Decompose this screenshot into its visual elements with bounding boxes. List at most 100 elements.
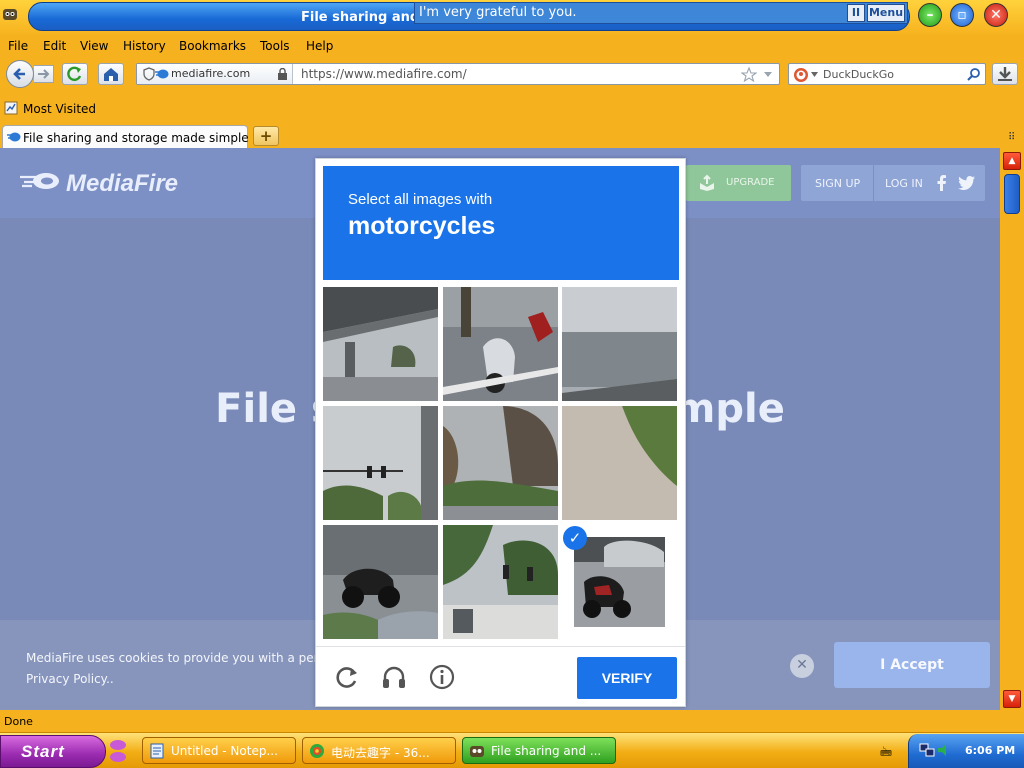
cookie-accept-button[interactable]: I Accept [834,642,990,688]
reload-challenge-icon[interactable] [333,663,361,691]
overlay-text: I'm very grateful to you. [419,5,577,20]
downloads-button[interactable] [992,63,1018,85]
tab-label: File sharing and storage made simple [23,131,249,145]
mediafire-logo[interactable]: MediaFire [66,170,178,198]
maximize-button[interactable]: ▫ [950,3,974,27]
tile-image-traffic-light-trees [443,525,558,639]
tab-strip: File sharing and storage made simple + ⠿ [0,124,1024,149]
signup-link[interactable]: SIGN UP [815,177,860,190]
home-button[interactable] [98,63,124,85]
tile-image-grass-gravel [562,406,677,520]
menu-tools[interactable]: Tools [260,39,290,53]
keyboard-tray-icon[interactable]: 🖮 [880,743,892,764]
new-tab-button[interactable]: + [253,126,279,146]
task-360-browser[interactable]: 电动去趣字 - 36... [302,737,456,764]
mediafire-logo-icon [20,173,59,189]
upgrade-button[interactable]: UPGRADE [686,165,791,201]
upgrade-box-icon [700,174,714,191]
captcha-header: Select all images with motorcycles [323,166,679,280]
shield-icon [143,67,155,81]
menu-help[interactable]: Help [306,39,333,53]
task-notepad[interactable]: Untitled - Notep... [142,737,296,764]
bookmark-most-visited[interactable]: Most Visited [23,102,96,116]
tab-favicon-icon [7,132,21,142]
tile-image-trees-street [443,406,558,520]
tile-image-water [562,287,677,401]
scroll-thumb[interactable] [1004,174,1020,214]
captcha-tile-1[interactable] [323,287,438,401]
menu-edit[interactable]: Edit [43,39,66,53]
task-firefox[interactable]: File sharing and ... [462,737,616,764]
captcha-tile-8[interactable] [443,525,558,639]
captcha-tile-3[interactable] [562,287,677,401]
bookmarks-toolbar: Most Visited [0,98,1024,120]
notepad-icon [150,743,164,759]
start-label: Start [21,742,65,761]
verify-button[interactable]: VERIFY [577,657,677,699]
firefox-cat-icon [3,9,17,20]
audio-challenge-icon[interactable] [380,663,408,691]
menu-history[interactable]: History [123,39,166,53]
taskbar: Start Untitled - Notep... 电动去趣字 - 36... … [0,732,1024,768]
tab-list-icon[interactable]: ⠿ [1008,132,1015,143]
tile-image-motorcycle-car [574,537,665,627]
tile-image-overpass [323,287,438,401]
menu-view[interactable]: View [80,39,108,53]
captcha-tile-5[interactable] [443,406,558,520]
captcha-prompt: Select all images with [348,191,493,208]
info-icon[interactable] [428,663,456,691]
overlay-menu-button[interactable]: Menu [867,4,905,22]
captcha-tile-2[interactable] [443,287,558,401]
captcha-target-object: motorcycles [348,212,496,240]
overlay-pause-button[interactable]: II [847,4,865,22]
close-button[interactable]: ✕ [984,3,1008,27]
search-bar[interactable]: DuckDuckGo [788,63,986,85]
cookie-close-button[interactable]: ✕ [790,654,814,678]
url-text: https://www.mediafire.com/ [301,67,467,81]
bookmark-star-icon[interactable] [741,67,757,82]
captcha-footer: VERIFY [316,646,685,706]
tile-image-scooter [323,525,438,639]
facebook-icon[interactable] [937,175,947,191]
menu-bookmarks[interactable]: Bookmarks [179,39,246,53]
captcha-tile-6[interactable] [562,406,677,520]
site-identity[interactable]: mediafire.com [137,64,293,84]
engine-dropdown-icon[interactable] [811,72,818,77]
captcha-dialog: Select all images with motorcycles ✓ VER… [315,158,686,707]
translation-overlay: I'm very grateful to you. II Menu [414,2,908,24]
search-icon[interactable] [967,67,981,81]
auth-divider [873,165,874,201]
back-button[interactable] [6,60,34,88]
captcha-grid: ✓ [323,287,679,641]
identity-domain: mediafire.com [171,67,251,80]
url-dropdown-icon[interactable] [763,71,773,78]
system-tray: 6:06 PM [908,734,1024,768]
tile-image-traffic-lights [323,406,438,520]
back-arrow-icon [13,68,25,80]
minimize-button[interactable]: – [918,3,942,27]
auth-bar: SIGN UP LOG IN [801,165,985,201]
url-bar[interactable]: mediafire.com https://www.mediafire.com/ [136,63,780,85]
start-button[interactable]: Start [0,735,106,768]
menu-file[interactable]: File [8,39,28,53]
duckduckgo-icon [794,68,808,82]
download-arrow-icon [998,67,1012,81]
captcha-tile-9-selected[interactable]: ✓ [562,525,677,639]
captcha-tile-7[interactable] [323,525,438,639]
scroll-down-button[interactable]: ▼ [1003,690,1021,708]
vertical-scrollbar[interactable]: ▲ ▼ [1000,148,1024,710]
speaker-tray-icon[interactable] [937,742,951,758]
mediafire-favicon-icon [155,69,169,79]
captcha-tile-4[interactable] [323,406,438,520]
tab-mediafire[interactable]: File sharing and storage made simple [2,125,249,149]
selected-checkmark-icon: ✓ [563,526,587,550]
twitter-icon[interactable] [958,176,975,190]
reload-button[interactable] [62,63,88,85]
network-tray-icon[interactable] [919,742,935,758]
task-label-notepad: Untitled - Notep... [171,744,278,758]
reload-icon [67,66,82,82]
login-link[interactable]: LOG IN [885,177,923,190]
scroll-up-button[interactable]: ▲ [1003,152,1021,170]
forward-button[interactable] [34,65,54,83]
task-label-firefox: File sharing and ... [491,744,602,758]
